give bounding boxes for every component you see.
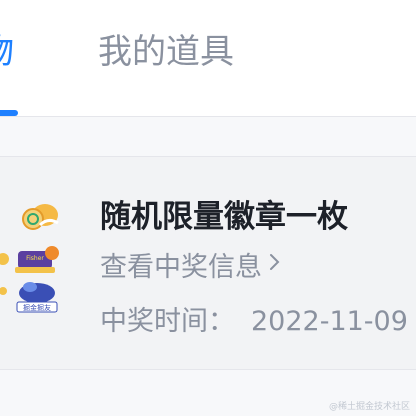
win-time-label: 中奖时间： (100, 306, 235, 337)
chevron-right-icon (268, 249, 282, 280)
bug-badge-text: 掘金掘友 (23, 303, 51, 312)
bug-badge-icon: 掘金掘友 (0, 282, 58, 313)
bonus-badge-icon (22, 204, 59, 230)
prize-badges-image: Fisher 掘金掘友 (0, 204, 59, 313)
prize-card: Fisher 掘金掘友 随机限量徽章一枚 查看中奖信息 中奖时间： 2022-11… (0, 156, 416, 370)
tab-my-items[interactable]: 我的道具 (98, 28, 234, 76)
fisher-badge-text: Fisher (26, 255, 44, 262)
win-date: 2022-11-09 (251, 306, 408, 337)
win-time-row: 中奖时间： 2022-11-09 (100, 299, 408, 338)
view-prize-info-label: 查看中奖信息 (100, 252, 262, 283)
tab-bar: 物 我的道具 (0, 0, 416, 117)
tab-active[interactable]: 物 (0, 28, 14, 76)
tab-active-indicator (0, 110, 18, 116)
fisher-badge-icon: Fisher (0, 246, 59, 273)
view-prize-info-link[interactable]: 查看中奖信息 (100, 245, 282, 284)
watermark: @稀土掘金技术社区 (328, 402, 410, 412)
prize-title: 随机限量徽章一枚 (100, 199, 348, 235)
